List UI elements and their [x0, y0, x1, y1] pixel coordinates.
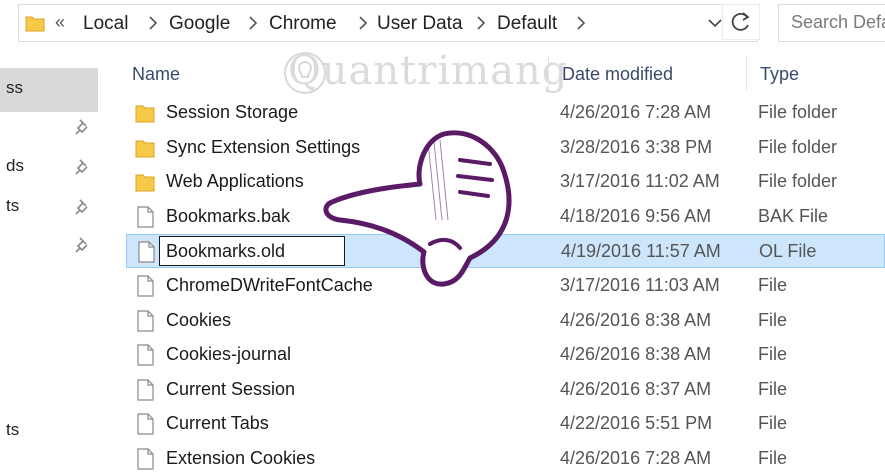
file-row[interactable]: Session Storage 4/26/2016 7:28 AM File fol… [126, 96, 885, 130]
file-row[interactable]: Web Applications 3/17/2016 11:02 AM File f… [126, 165, 885, 199]
file-name: Extension Cookies [166, 448, 316, 468]
column-header-name[interactable]: Name [132, 64, 180, 85]
file-row[interactable]: Current Session 4/26/2016 8:37 AM File [126, 373, 885, 407]
breadcrumb-overflow-chevron[interactable]: « [55, 12, 65, 33]
file-row[interactable]: 4/19/2016 11:57 AM OL File [126, 234, 885, 269]
breadcrumb-item[interactable]: Google [169, 13, 230, 35]
file-type: OL File [759, 241, 817, 262]
file-date-modified: 4/26/2016 7:28 AM [560, 102, 712, 122]
chevron-right-icon[interactable] [475, 15, 487, 31]
file-date-modified: 4/22/2016 5:51 PM [560, 413, 713, 434]
file-name: Session Storage [166, 102, 299, 122]
file-type: File folder [758, 136, 838, 157]
chevron-right-icon[interactable] [357, 15, 369, 31]
file-icon [137, 206, 154, 228]
file-row[interactable]: Cookies-journal 4/26/2016 8:38 AM File [126, 338, 885, 372]
file-name: Current Tabs [166, 413, 269, 434]
column-divider[interactable] [746, 56, 747, 90]
file-row[interactable]: Sync Extension Settings 3/28/2016 3:38 PM… [126, 131, 885, 165]
breadcrumb-item[interactable]: Chrome [269, 13, 337, 35]
file-list: Session Storage 4/26/2016 7:28 AM File fol… [0, 96, 885, 470]
file-type: File [758, 448, 788, 468]
file-icon [137, 275, 154, 297]
nav-item-label[interactable]: ss [6, 78, 23, 98]
watermark: Quantrimang [288, 48, 569, 94]
file-date-modified: 4/26/2016 7:28 AM [560, 448, 712, 468]
folder-icon [135, 174, 155, 192]
address-bar[interactable]: « Local Google Chrome User Data Default [18, 4, 758, 42]
file-icon [137, 448, 154, 470]
file-date-modified: 4/26/2016 8:38 AM [560, 344, 712, 365]
file-name: Current Session [166, 378, 296, 399]
chevron-down-icon[interactable] [708, 18, 722, 28]
file-row[interactable]: Cookies 4/26/2016 8:38 AM File [126, 304, 885, 338]
search-box[interactable] [778, 4, 885, 42]
file-date-modified: 3/17/2016 11:03 AM [560, 275, 720, 295]
chevron-right-icon[interactable] [575, 15, 587, 31]
file-row[interactable]: Current Tabs 4/22/2016 5:51 PM File [126, 407, 885, 441]
file-date-modified: 4/26/2016 8:38 AM [560, 309, 712, 330]
file-type: File folder [758, 171, 838, 192]
file-type: File folder [758, 102, 838, 122]
breadcrumb-item[interactable]: Local [83, 13, 128, 35]
file-name: Web Applications [166, 171, 304, 192]
file-row[interactable]: Bookmarks.bak 4/18/2016 9:56 AM BAK File [126, 200, 885, 234]
breadcrumb-item[interactable]: User Data [377, 13, 463, 35]
file-name: Cookies [166, 309, 232, 330]
file-type: File [758, 378, 788, 399]
file-name: Cookies-journal [166, 344, 292, 365]
file-type: File [758, 309, 788, 330]
file-name: Bookmarks.bak [166, 205, 291, 226]
file-type: File [758, 344, 788, 365]
column-divider[interactable] [548, 56, 549, 90]
file-date-modified: 4/18/2016 9:56 AM [560, 205, 712, 226]
file-icon [137, 344, 154, 366]
file-name: ChromeDWriteFontCache [166, 275, 373, 295]
folder-icon [25, 16, 45, 32]
file-date-modified: 3/17/2016 11:02 AM [560, 171, 720, 192]
chevron-right-icon[interactable] [247, 15, 259, 31]
file-icon [137, 309, 154, 332]
file-name: Sync Extension Settings [166, 136, 361, 157]
file-type: File [758, 413, 788, 434]
rename-input[interactable] [159, 236, 345, 267]
file-row[interactable]: ChromeDWriteFontCache 3/17/2016 11:03 AM F… [126, 269, 885, 303]
folder-icon [135, 105, 155, 123]
file-row[interactable]: Extension Cookies 4/26/2016 7:28 AM File [126, 442, 885, 476]
file-date-modified: 3/28/2016 3:38 PM [560, 136, 713, 157]
file-icon [137, 413, 154, 435]
file-type: BAK File [758, 205, 829, 226]
file-icon [138, 241, 155, 263]
column-header-date[interactable]: Date modified [562, 64, 673, 85]
folder-icon [135, 140, 155, 158]
chevron-right-icon[interactable] [147, 15, 159, 31]
breadcrumb-item[interactable]: Default [497, 13, 557, 35]
refresh-icon[interactable] [722, 4, 760, 40]
column-header-type[interactable]: Type [760, 64, 799, 85]
file-date-modified: 4/26/2016 8:37 AM [560, 378, 712, 399]
file-icon [137, 379, 154, 401]
search-input[interactable] [779, 5, 885, 39]
file-date-modified: 4/19/2016 11:57 AM [561, 241, 721, 262]
file-type: File [758, 275, 788, 295]
